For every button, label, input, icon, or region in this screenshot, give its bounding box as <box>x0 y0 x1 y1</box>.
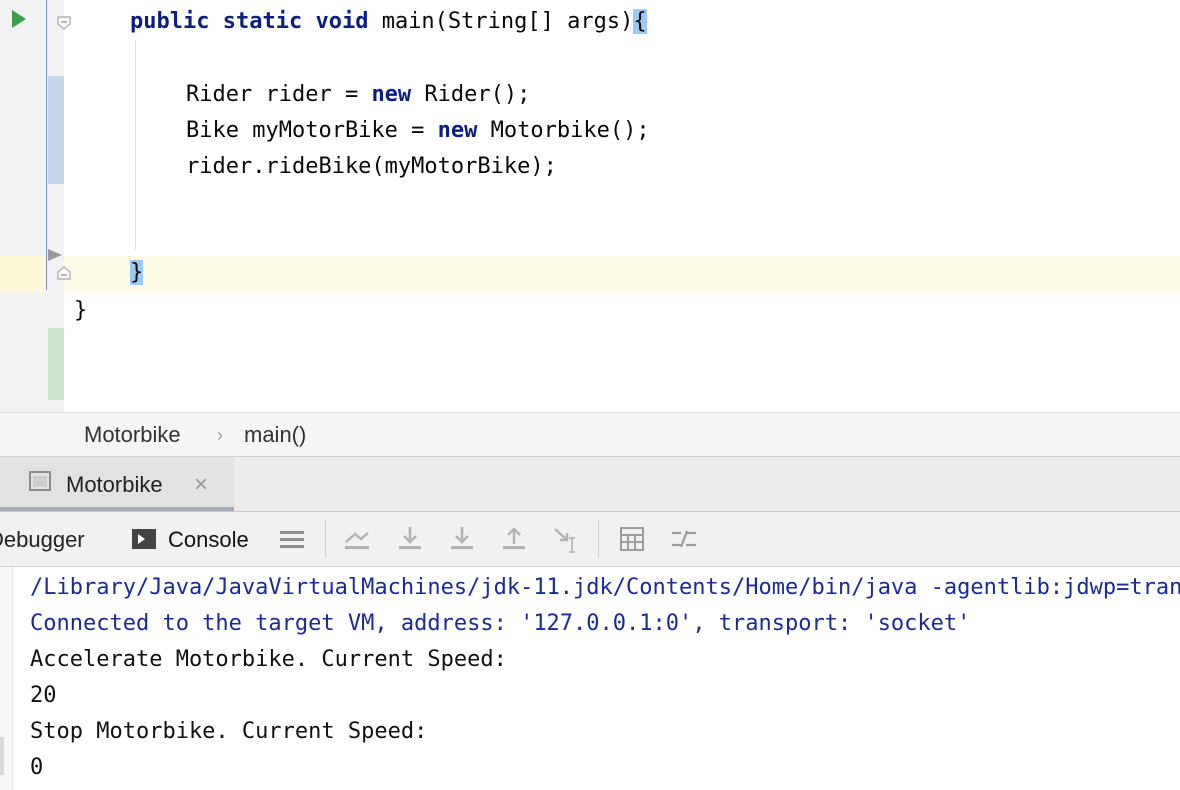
active-tab-indicator <box>0 507 234 511</box>
fold-open-icon[interactable] <box>57 16 71 30</box>
tab-console[interactable]: Console <box>104 512 264 566</box>
gutter-separator <box>46 0 47 290</box>
console-line-accelerate[interactable]: Accelerate Motorbike. Current Speed: <box>30 642 507 678</box>
code-line-method-close[interactable]: } <box>130 255 144 291</box>
step-into-icon[interactable] <box>447 524 477 554</box>
tab-debugger[interactable]: Debugger <box>0 512 85 566</box>
breadcrumb-method[interactable]: main() <box>244 413 306 457</box>
code-line-class-close[interactable]: } <box>74 293 87 329</box>
code-line-method-signature[interactable]: public static void main(String[] args){ <box>130 4 647 40</box>
code-text: Rider(); <box>411 82 531 107</box>
step-out-icon[interactable] <box>499 524 529 554</box>
execution-point-arrow-icon <box>48 249 62 261</box>
step-over-icon[interactable] <box>395 524 425 554</box>
vcs-added-marker[interactable] <box>48 328 64 400</box>
run-to-cursor-icon[interactable] <box>551 524 581 554</box>
tab-motorbike-session[interactable]: Motorbike × <box>0 457 234 511</box>
console-scroll-marker <box>0 737 4 775</box>
code-text: Rider rider = <box>186 82 372 107</box>
console-line-speed-20[interactable]: 20 <box>30 678 57 714</box>
console-line-command[interactable]: /Library/Java/JavaVirtualMachines/jdk-11… <box>30 570 1180 606</box>
toolbar-divider <box>598 520 599 558</box>
caret-row-gutter-highlight <box>0 256 46 292</box>
evaluate-expression-icon[interactable] <box>617 524 647 554</box>
trace-icon[interactable] <box>669 524 699 554</box>
keyword-static: static <box>222 9 303 34</box>
code-text: Motorbike(); <box>477 118 650 143</box>
debug-tab-bar: Motorbike × <box>0 457 1180 512</box>
code-line-rider-declaration[interactable]: Rider rider = new Rider(); <box>186 77 530 113</box>
matched-open-brace: { <box>633 9 647 34</box>
window-icon <box>29 471 51 491</box>
console-line-speed-0[interactable]: 0 <box>30 750 43 786</box>
console-output[interactable]: /Library/Java/JavaVirtualMachines/jdk-11… <box>0 567 1180 790</box>
keyword-new: new <box>437 118 478 143</box>
tab-console-label: Console <box>168 527 249 552</box>
run-icon[interactable] <box>12 10 26 28</box>
vcs-modified-marker[interactable] <box>48 76 64 184</box>
caret-row-highlight <box>64 256 1180 292</box>
keyword-public: public <box>130 9 210 34</box>
method-signature-text: main(String[] args) <box>368 9 634 34</box>
keyword-void: void <box>315 9 369 34</box>
tab-label: Motorbike <box>66 472 163 497</box>
breadcrumb-separator-icon: › <box>217 425 223 445</box>
breadcrumb: Motorbike › main() <box>0 412 1180 457</box>
console-line-connected[interactable]: Connected to the target VM, address: '12… <box>30 606 970 642</box>
code-line-bike-declaration[interactable]: Bike myMotorBike = new Motorbike(); <box>186 113 650 149</box>
close-icon[interactable]: × <box>194 457 208 511</box>
debugger-toolbar: Debugger Console <box>0 512 1180 567</box>
code-line-ride-call[interactable]: rider.rideBike(myMotorBike); <box>186 149 557 185</box>
code-editor[interactable]: public static void main(String[] args){ … <box>0 0 1180 412</box>
console-line-stop[interactable]: Stop Motorbike. Current Speed: <box>30 714 427 750</box>
toolbar-divider <box>325 520 326 558</box>
breadcrumb-class[interactable]: Motorbike <box>84 413 181 457</box>
matched-close-brace: } <box>130 260 144 285</box>
console-icon <box>132 529 156 549</box>
code-text: Bike myMotorBike = <box>186 118 438 143</box>
show-execution-point-icon[interactable] <box>342 524 372 554</box>
indent-guide <box>135 40 136 250</box>
menu-icon[interactable] <box>277 524 307 554</box>
fold-close-icon[interactable] <box>57 266 71 280</box>
keyword-new: new <box>371 82 412 107</box>
